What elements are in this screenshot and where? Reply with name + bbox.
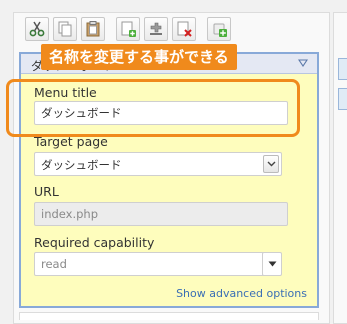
highlight-box [6,79,300,137]
side-tab-2[interactable] [338,88,347,110]
select-dropdown-button[interactable] [263,155,279,173]
paste-button[interactable] [81,17,105,41]
side-tab-1[interactable] [338,58,347,80]
delete-icon [177,21,192,37]
target-page-select[interactable]: ダッシュボード [34,152,282,176]
delete-button[interactable] [172,17,196,41]
collapse-triangle-icon [298,59,308,67]
new-separator-icon [150,22,162,35]
capability-label: Required capability [34,235,155,250]
triangle-down-icon [268,261,276,267]
new-item-icon [213,23,227,37]
copy-icon [58,21,72,37]
copy-button[interactable] [53,17,77,41]
url-input[interactable]: index.php [34,202,288,226]
capability-dropdown-button[interactable] [262,252,282,276]
new-menu-icon [121,21,136,37]
show-advanced-options-link[interactable]: Show advanced options [176,287,307,300]
capability-input[interactable]: read [34,252,278,276]
url-label: URL [34,184,59,199]
chevron-down-icon [267,161,275,167]
next-menu-item-edge [19,312,319,320]
annotation-callout: 名称を変更する事ができる [41,44,237,70]
capability-value: read [41,257,67,271]
collapse-toggle[interactable] [297,57,309,69]
cut-button[interactable] [25,17,49,41]
new-menu-button[interactable] [116,17,140,41]
new-item-button[interactable] [207,17,231,41]
paste-icon [86,21,100,37]
target-page-value: ダッシュボード [41,158,122,172]
new-separator-button[interactable] [144,17,168,41]
cut-icon [29,21,45,37]
